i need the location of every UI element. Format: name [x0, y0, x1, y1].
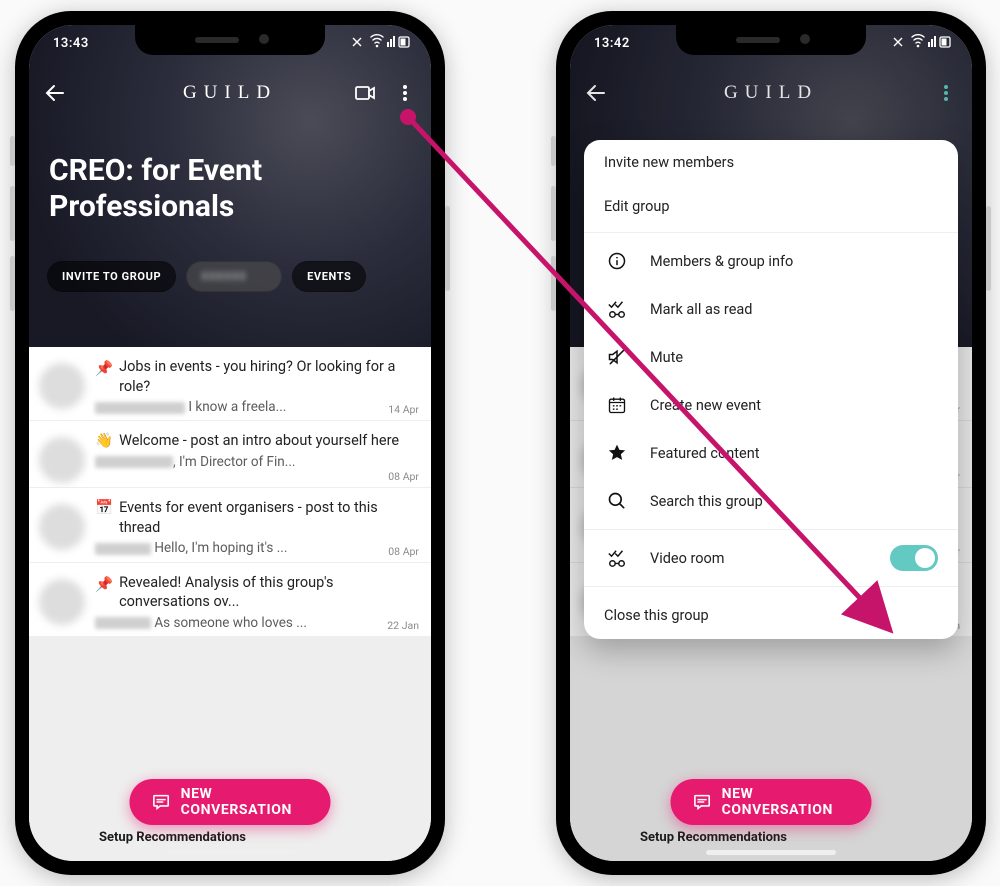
phone-right: 13:42 GUILD 📌Jobs in event: [556, 11, 986, 875]
avatar: [39, 504, 85, 550]
post-item[interactable]: 📅 Events for event organisers - post to t…: [29, 488, 431, 562]
avatar: [39, 579, 85, 625]
wave-icon: 👋: [95, 431, 113, 451]
mute-icon: [604, 347, 630, 367]
group-options-menu: Invite new members Edit group Members & …: [584, 140, 958, 639]
post-title: Jobs in events - you hiring? Or looking …: [119, 357, 417, 396]
menu-create-event[interactable]: Create new event: [584, 381, 958, 429]
invite-to-group-button[interactable]: INVITE TO GROUP: [47, 261, 176, 292]
video-room-icon: [604, 548, 630, 568]
info-icon: [604, 251, 630, 271]
video-room-icon[interactable]: [345, 73, 385, 113]
phone-left: 13:43 GUILD: [15, 11, 445, 875]
menu-group-info[interactable]: Members & group info: [584, 237, 958, 285]
home-indicator: [706, 850, 836, 855]
group-hero: GUILD CREO: for Event Professionals INVI…: [29, 25, 431, 347]
calendar-icon: 📅: [95, 498, 113, 518]
calendar-icon: [604, 395, 630, 415]
new-conversation-button[interactable]: NEW CONVERSATION: [130, 779, 331, 825]
post-date: 08 Apr: [388, 545, 419, 558]
feed: 📌 Jobs in events - you hiring? Or looking…: [29, 347, 431, 861]
new-conversation-button[interactable]: NEW CONVERSATION: [671, 779, 872, 825]
status-icons: [890, 33, 954, 51]
post-date: 14 Apr: [388, 403, 419, 416]
status-time: 13:42: [594, 36, 630, 51]
avatar: [39, 363, 85, 409]
menu-search-group[interactable]: Search this group: [584, 477, 958, 525]
setup-recommendations[interactable]: Setup Recommendations: [99, 830, 246, 845]
menu-close-group[interactable]: Close this group: [584, 591, 958, 639]
status-time: 13:43: [53, 36, 89, 51]
post-title: Events for event organisers - post to th…: [119, 498, 417, 537]
menu-mute[interactable]: Mute: [584, 333, 958, 381]
group-title: CREO: for Event Professionals: [49, 153, 411, 225]
pin-icon: 📌: [95, 359, 113, 379]
menu-featured[interactable]: Featured content: [584, 429, 958, 477]
pill-hidden[interactable]: XXXXXX: [186, 261, 282, 292]
menu-mark-read[interactable]: Mark all as read: [584, 285, 958, 333]
pin-icon: 📌: [95, 575, 113, 595]
post-date: 08 Apr: [388, 470, 419, 483]
events-button[interactable]: EVENTS: [292, 261, 366, 292]
more-menu-button[interactable]: [385, 73, 425, 113]
back-button[interactable]: [35, 73, 75, 113]
post-date: 22 Jan: [387, 619, 419, 632]
status-icons: [349, 33, 413, 51]
video-room-toggle[interactable]: [890, 545, 938, 571]
menu-edit-group[interactable]: Edit group: [584, 184, 958, 228]
avatar: [39, 437, 85, 483]
post-title: Revealed! Analysis of this group's conve…: [119, 573, 417, 612]
menu-invite-members[interactable]: Invite new members: [584, 140, 958, 184]
setup-recommendations[interactable]: Setup Recommendations: [640, 830, 787, 845]
star-icon: [604, 443, 630, 463]
post-item[interactable]: 📌 Jobs in events - you hiring? Or looking…: [29, 347, 431, 421]
post-item[interactable]: 📌 Revealed! Analysis of this group's conv…: [29, 563, 431, 637]
post-item[interactable]: 👋 Welcome - post an intro about yourself …: [29, 421, 431, 488]
app-brand: GUILD: [183, 82, 277, 104]
home-indicator: [165, 850, 295, 855]
menu-video-room[interactable]: Video room: [584, 534, 958, 582]
search-icon: [604, 491, 630, 511]
mark-read-icon: [604, 299, 630, 319]
post-title: Welcome - post an intro about yourself h…: [119, 431, 399, 451]
